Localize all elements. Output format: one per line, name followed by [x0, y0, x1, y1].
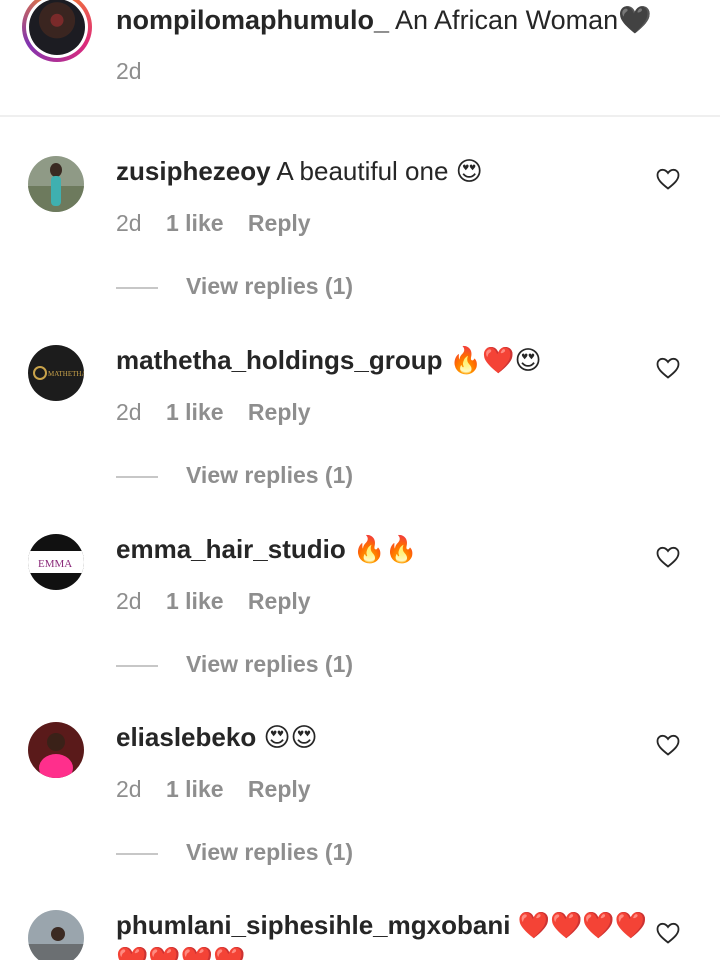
comment-emoji: 🔥🔥: [352, 535, 418, 565]
view-replies-button[interactable]: View replies (1): [186, 462, 353, 489]
caption-emoji: 🖤: [618, 5, 652, 36]
comment-meta: 2d 1 like Reply: [116, 210, 329, 237]
reply-button[interactable]: Reply: [248, 588, 311, 614]
comment-username[interactable]: mathetha_holdings_group: [116, 345, 442, 375]
avatar-logo-text: EMMA: [38, 558, 72, 570]
reply-button[interactable]: Reply: [248, 210, 311, 236]
comment-username[interactable]: emma_hair_studio: [116, 534, 346, 564]
comment-text-line: phumlani_siphesihle_mgxobani ❤️❤️❤️❤️: [116, 910, 647, 941]
comment-item: EMMA emma_hair_studio 🔥🔥 2d 1 like Reply…: [0, 534, 720, 722]
comment-item: zusiphezeoy A beautiful one 😍 2d 1 like …: [0, 156, 720, 344]
comment-likes[interactable]: 1 like: [166, 210, 224, 236]
caption-text-line: nompilomaphumulo_ An African Woman🖤: [116, 4, 652, 36]
avatar-logo-text: MATHETHA: [48, 370, 84, 378]
replies-divider: [116, 665, 158, 667]
comment-item: eliaslebeko 😍😍 2d 1 like Reply View repl…: [0, 722, 720, 910]
comment-body: A beautiful one: [276, 156, 449, 186]
caption-author-avatar[interactable]: [22, 0, 92, 62]
comment-meta: 2d 1 like Reply: [116, 588, 329, 615]
comment-text-line: mathetha_holdings_group 🔥❤️😍: [116, 345, 542, 376]
avatar[interactable]: EMMA: [28, 534, 84, 590]
replies-divider: [116, 476, 158, 478]
heart-outline-icon[interactable]: [656, 734, 680, 756]
avatar[interactable]: [28, 722, 84, 778]
caption-body: An African Woman: [395, 5, 619, 35]
comment-emoji: 😍: [455, 157, 483, 187]
comment-username[interactable]: eliaslebeko: [116, 722, 256, 752]
replies-divider: [116, 287, 158, 289]
heart-outline-icon[interactable]: [656, 922, 680, 944]
caption-divider: [0, 115, 720, 117]
heart-outline-icon[interactable]: [656, 546, 680, 568]
view-replies-button[interactable]: View replies (1): [186, 839, 353, 866]
comment-likes[interactable]: 1 like: [166, 776, 224, 802]
comment-likes[interactable]: 1 like: [166, 588, 224, 614]
comment-likes[interactable]: 1 like: [166, 399, 224, 425]
comment-item: phumlani_siphesihle_mgxobani ❤️❤️❤️❤️ ❤️…: [0, 910, 720, 960]
comment-emoji: ❤️❤️❤️❤️: [517, 911, 648, 941]
comment-item: MATHETHA mathetha_holdings_group 🔥❤️😍 2d…: [0, 345, 720, 533]
comment-timestamp: 2d: [116, 588, 142, 614]
comment-emoji: 🔥❤️😍: [449, 346, 542, 376]
comment-emoji-overflow: ❤️❤️❤️❤️: [116, 946, 246, 960]
heart-outline-icon[interactable]: [656, 357, 680, 379]
replies-divider: [116, 853, 158, 855]
heart-outline-icon[interactable]: [656, 168, 680, 190]
comment-username[interactable]: phumlani_siphesihle_mgxobani: [116, 910, 510, 940]
avatar[interactable]: [28, 910, 84, 960]
reply-button[interactable]: Reply: [248, 776, 311, 802]
comment-username[interactable]: zusiphezeoy: [116, 156, 271, 186]
caption-username[interactable]: nompilomaphumulo_: [116, 5, 389, 35]
reply-button[interactable]: Reply: [248, 399, 311, 425]
comment-text-line: emma_hair_studio 🔥🔥: [116, 534, 418, 565]
comment-emoji: 😍😍: [263, 723, 318, 753]
view-replies-button[interactable]: View replies (1): [186, 273, 353, 300]
post-caption: nompilomaphumulo_ An African Woman🖤 2d: [0, 0, 720, 116]
comment-timestamp: 2d: [116, 776, 142, 802]
comment-timestamp: 2d: [116, 210, 142, 236]
comment-meta: 2d 1 like Reply: [116, 776, 329, 803]
caption-timestamp: 2d: [116, 58, 142, 84]
comment-text-line: zusiphezeoy A beautiful one 😍: [116, 156, 483, 187]
comment-meta: 2d 1 like Reply: [116, 399, 329, 426]
avatar[interactable]: [28, 156, 84, 212]
comment-timestamp: 2d: [116, 399, 142, 425]
comment-text-line: eliaslebeko 😍😍: [116, 722, 318, 753]
avatar[interactable]: MATHETHA: [28, 345, 84, 401]
view-replies-button[interactable]: View replies (1): [186, 651, 353, 678]
